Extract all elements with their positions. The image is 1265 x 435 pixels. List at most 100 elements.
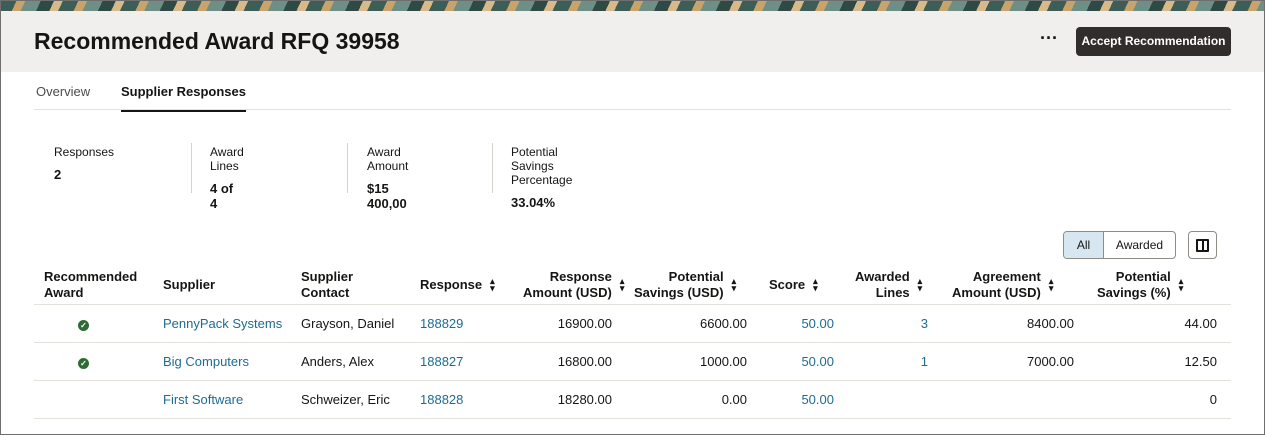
- savings-pct-cell: 44.00: [1097, 304, 1231, 343]
- awarded-lines-cell[interactable]: 3: [855, 304, 952, 343]
- metric-value: 33.04%: [511, 195, 556, 210]
- header-line: Lines: [875, 284, 910, 300]
- supplier-cell[interactable]: PennyPack Systems: [163, 304, 301, 343]
- metric-award-lines: Award Lines 4 of 4: [210, 143, 244, 211]
- table-header-row: Recommended Award Supplier Supplier Cont…: [34, 266, 1231, 305]
- filter-awarded-button[interactable]: Awarded: [1104, 232, 1175, 258]
- supplier-link[interactable]: PennyPack Systems: [163, 316, 282, 331]
- more-actions-button[interactable]: ···: [1037, 28, 1061, 51]
- score-link[interactable]: 50.00: [801, 392, 834, 407]
- response-link[interactable]: 188828: [420, 392, 463, 407]
- tab-bar: Overview Supplier Responses: [34, 72, 1231, 112]
- response-amount-cell: 16900.00: [523, 304, 634, 343]
- sort-icon[interactable]: ▴ ▾: [1049, 276, 1054, 292]
- col-response-amount[interactable]: Response Amount (USD) ▴ ▾: [523, 266, 634, 305]
- score-cell[interactable]: 50.00: [769, 380, 855, 419]
- header-line: Savings (%): [1097, 284, 1171, 300]
- supplier-cell[interactable]: First Software: [163, 380, 301, 419]
- sort-icon[interactable]: ▴ ▾: [490, 276, 495, 292]
- col-supplier: Supplier: [163, 266, 301, 305]
- header-line: Award: [44, 284, 84, 300]
- columns-button[interactable]: [1188, 231, 1217, 259]
- recommended-award-cell: [44, 380, 163, 419]
- sort-icon[interactable]: ▴ ▾: [813, 276, 818, 292]
- supplier-contact-cell: Schweizer, Eric: [301, 380, 420, 419]
- check-circle-icon: ✓: [78, 319, 89, 331]
- metric-value: 4 of 4: [210, 181, 234, 211]
- col-awarded-lines[interactable]: Awarded Lines ▴ ▾: [855, 266, 952, 305]
- col-agreement-amount[interactable]: Agreement Amount (USD) ▴ ▾: [952, 266, 1097, 305]
- supplier-cell[interactable]: Big Computers: [163, 342, 301, 381]
- awarded-lines-link[interactable]: 1: [921, 354, 928, 369]
- supplier-link[interactable]: First Software: [163, 392, 243, 407]
- score-cell[interactable]: 50.00: [769, 304, 855, 343]
- savings-pct-cell: 0: [1097, 380, 1231, 419]
- tab-overview[interactable]: Overview: [36, 84, 90, 108]
- awarded-lines-cell[interactable]: 1: [855, 342, 952, 381]
- score-link[interactable]: 50.00: [801, 354, 834, 369]
- header-line: Supplier: [163, 276, 216, 292]
- savings-pct-cell: 12.50: [1097, 342, 1231, 381]
- col-potential-savings[interactable]: Potential Savings (USD) ▴ ▾: [634, 266, 769, 305]
- col-potential-savings-pct[interactable]: Potential Savings (%) ▴ ▾: [1097, 266, 1231, 305]
- table-row[interactable]: ✓ Big Computers Anders, Alex 188827 1680…: [34, 342, 1231, 381]
- sort-icon[interactable]: ▴ ▾: [918, 276, 923, 292]
- header-line: Score: [769, 276, 806, 292]
- header-line: Response: [420, 276, 483, 292]
- supplier-contact-cell: Grayson, Daniel: [301, 304, 420, 343]
- col-recommended-award: Recommended Award: [44, 266, 163, 305]
- metric-label: Award Amount: [367, 145, 409, 173]
- response-cell[interactable]: 188829: [420, 304, 523, 343]
- header-line: Amount (USD): [523, 284, 612, 300]
- table-row[interactable]: First Software Schweizer, Eric 188828 18…: [34, 380, 1231, 419]
- metric-label: Responses: [54, 145, 115, 159]
- columns-icon: [1196, 239, 1209, 252]
- supplier-contact-cell: Anders, Alex: [301, 342, 420, 381]
- recommended-award-cell: ✓: [44, 342, 163, 381]
- header-line: Response: [549, 268, 612, 284]
- potential-savings-cell: 1000.00: [634, 342, 769, 381]
- more-horizontal-icon: ···: [1040, 28, 1058, 48]
- response-link[interactable]: 188827: [420, 354, 463, 369]
- score-cell[interactable]: 50.00: [769, 342, 855, 381]
- filter-all-button[interactable]: All: [1064, 232, 1104, 258]
- response-amount-cell: 16800.00: [523, 342, 634, 381]
- col-supplier-contact: Supplier Contact: [301, 266, 420, 305]
- sort-icon[interactable]: ▴ ▾: [620, 276, 625, 292]
- score-link[interactable]: 50.00: [801, 316, 834, 331]
- agreement-amount-cell: 7000.00: [952, 342, 1097, 381]
- header-line: Recommended: [44, 268, 138, 284]
- tab-supplier-responses[interactable]: Supplier Responses: [121, 84, 246, 112]
- sort-icon[interactable]: ▴ ▾: [732, 276, 737, 292]
- metric-award-amount: Award Amount $15 400,00: [367, 143, 409, 211]
- potential-savings-cell: 6600.00: [634, 304, 769, 343]
- response-link[interactable]: 188829: [420, 316, 463, 331]
- metric-label: Award Lines: [210, 145, 244, 173]
- response-filter: All Awarded: [1063, 231, 1176, 259]
- response-cell[interactable]: 188827: [420, 342, 523, 381]
- header-line: Savings (USD): [634, 284, 724, 300]
- header-line: Amount (USD): [952, 284, 1041, 300]
- metric-value: 2: [54, 167, 62, 182]
- accept-recommendation-button[interactable]: Accept Recommendation: [1076, 27, 1231, 56]
- divider: [492, 143, 493, 193]
- table-row[interactable]: ✓ PennyPack Systems Grayson, Daniel 1888…: [34, 304, 1231, 343]
- response-amount-cell: 18280.00: [523, 380, 634, 419]
- metric-potential-savings-percentage: Potential Savings Percentage 33.04%: [511, 143, 573, 210]
- header-line: Agreement: [972, 268, 1041, 284]
- awarded-lines-cell: [855, 380, 952, 419]
- header-line: Awarded: [855, 268, 910, 284]
- metric-label: Potential Savings Percentage: [511, 145, 573, 187]
- divider: [347, 143, 348, 193]
- agreement-amount-cell: 8400.00: [952, 304, 1097, 343]
- potential-savings-cell: 0.00: [634, 380, 769, 419]
- metric-value: $15 400,00: [367, 181, 407, 211]
- sort-icon[interactable]: ▴ ▾: [1179, 276, 1184, 292]
- response-cell[interactable]: 188828: [420, 380, 523, 419]
- supplier-link[interactable]: Big Computers: [163, 354, 249, 369]
- col-score[interactable]: Score ▴ ▾: [769, 266, 855, 305]
- check-circle-icon: ✓: [78, 357, 89, 369]
- col-response[interactable]: Response ▴ ▾: [420, 266, 523, 305]
- header-line: Contact: [301, 284, 350, 300]
- awarded-lines-link[interactable]: 3: [921, 316, 928, 331]
